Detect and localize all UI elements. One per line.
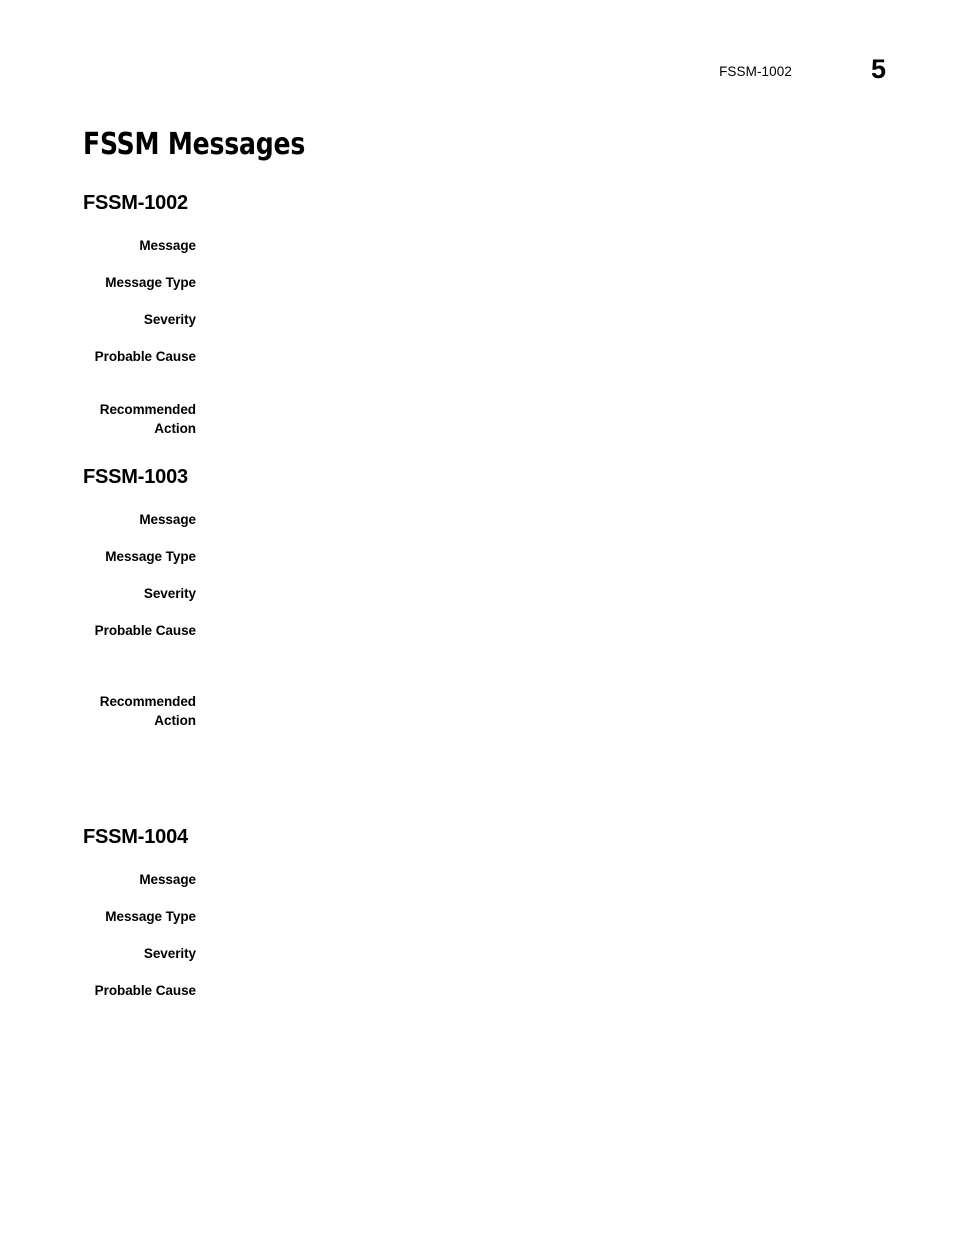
field-label: Recommended Action [99,694,196,728]
field-value [224,347,883,366]
field-value [224,621,883,640]
field-row-recommended-action: Recommended Action [83,400,883,438]
message-section-fssm-1002: FSSM-1002 Message Message Type Severity … [83,192,883,438]
field-label: Message [139,872,196,887]
field-value [224,981,883,1000]
header-chapter-label: FSSM-1002 [719,64,792,79]
message-section-fssm-1003: FSSM-1003 Message Message Type Severity … [83,466,883,730]
field-value [224,236,883,255]
field-row-probable-cause: Probable Cause [83,981,883,1000]
field-label: Message [139,238,196,253]
field-label: Probable Cause [94,349,196,364]
field-label: Probable Cause [94,983,196,998]
page-content: FSSM Messages FSSM-1002 Message Message … [83,128,883,1000]
field-row-severity: Severity [83,584,883,603]
field-value [224,870,883,889]
message-section-fssm-1004: FSSM-1004 Message Message Type Severity … [83,826,883,1000]
field-row-message-type: Message Type [83,547,883,566]
field-label: Severity [143,946,196,961]
field-label: Message Type [105,275,196,290]
document-page: FSSM-1002 5 FSSM Messages FSSM-1002 Mess… [0,0,954,1235]
field-value [224,310,883,329]
field-row-message: Message [83,870,883,889]
field-value [224,547,883,566]
field-row-message-type: Message Type [83,273,883,292]
field-value [224,510,883,529]
field-row-message: Message [83,236,883,255]
field-row-severity: Severity [83,310,883,329]
page-header: FSSM-1002 5 [0,54,954,100]
field-label: Recommended Action [99,402,196,436]
field-row-severity: Severity [83,944,883,963]
field-label: Probable Cause [94,623,196,638]
field-value [224,907,883,926]
page-title: FSSM Messages [83,127,306,162]
section-heading: FSSM-1003 [83,466,188,488]
field-label: Message [139,512,196,527]
field-value [224,692,883,711]
section-heading: FSSM-1004 [83,826,188,848]
field-value [224,273,883,292]
field-label: Message Type [105,549,196,564]
field-row-message-type: Message Type [83,907,883,926]
field-row-probable-cause: Probable Cause [83,347,883,366]
field-row-recommended-action: Recommended Action [83,692,883,730]
field-row-probable-cause: Probable Cause [83,621,883,640]
page-number: 5 [870,54,886,84]
field-row-message: Message [83,510,883,529]
field-label: Severity [143,586,196,601]
field-label: Severity [143,312,196,327]
field-value [224,584,883,603]
field-value [224,400,883,419]
field-label: Message Type [105,909,196,924]
section-heading: FSSM-1002 [83,192,188,214]
field-value [224,944,883,963]
